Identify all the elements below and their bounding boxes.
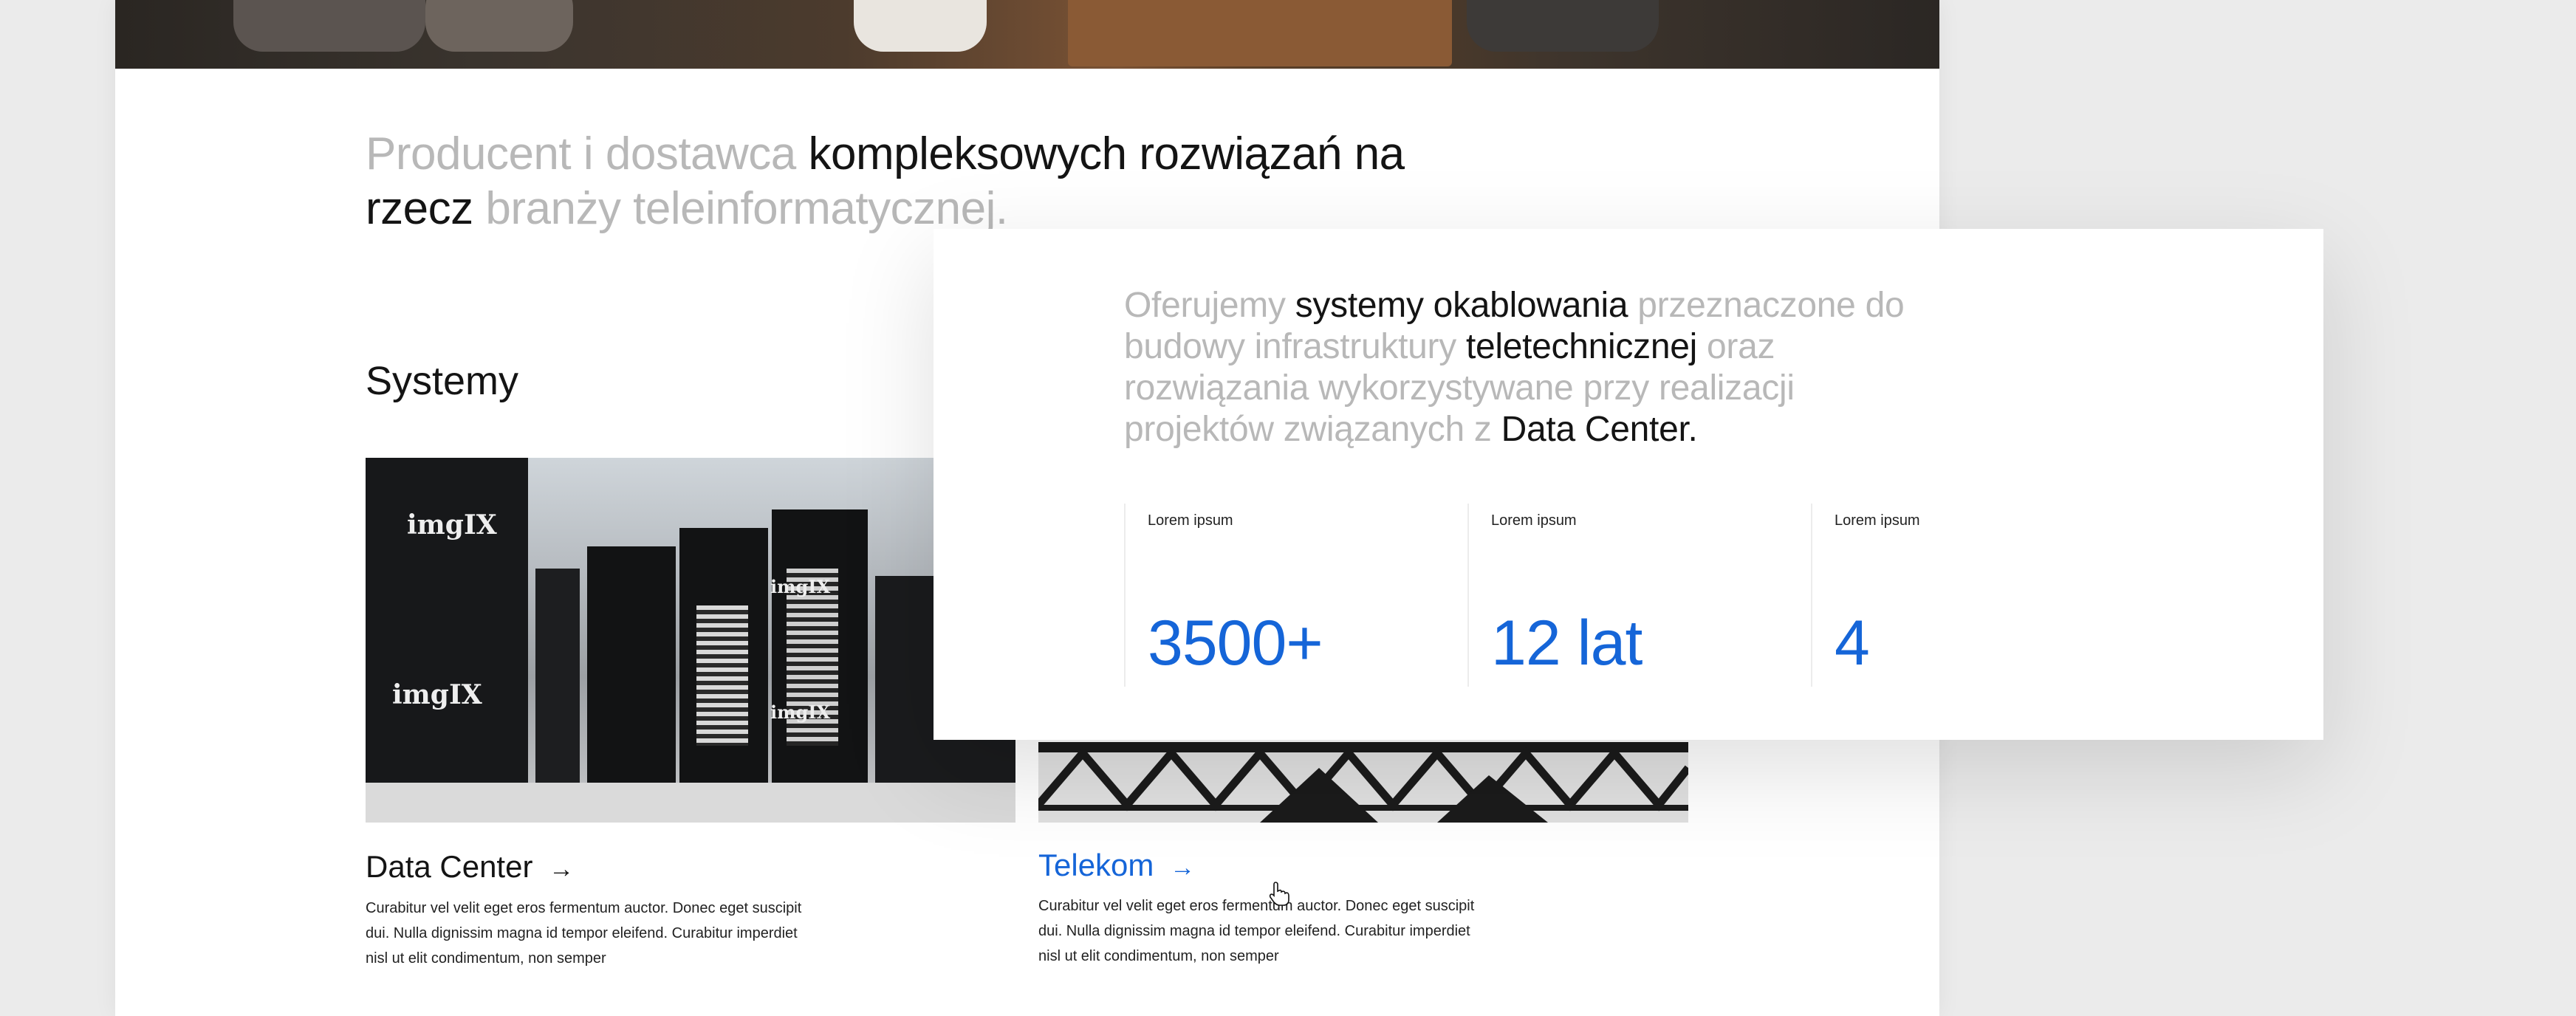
imgix-logo: imgIX (407, 509, 497, 540)
intro-muted-1: Producent i dostawca (366, 128, 809, 179)
stat-item: Lorem ipsum 4 (1811, 504, 2137, 687)
hand-pointer-icon (1269, 882, 1289, 906)
card-title-data-center[interactable]: Data Center → (366, 849, 574, 885)
imgix-logo: imgIX (770, 701, 831, 723)
arrow-right-icon: → (1170, 854, 1196, 882)
imgix-logo: imgIX (770, 576, 831, 597)
offer-text-4: teletechnicznej (1465, 327, 1697, 366)
card-title-telekom[interactable]: Telekom → (1038, 848, 1195, 883)
stat-item: Lorem ipsum 3500+ (1124, 504, 1450, 687)
stat-label: Lorem ipsum (1835, 512, 1920, 529)
card-description-data-center: Curabitur vel velit eget eros fermentum … (366, 900, 802, 967)
offer-text-1: Oferujemy (1124, 286, 1295, 325)
stat-label: Lorem ipsum (1148, 512, 1233, 529)
offer-text-6: Data Center. (1501, 410, 1698, 449)
offer-text-2: systemy okablowania (1295, 286, 1628, 325)
imgix-logo: imgIX (392, 679, 482, 710)
stat-value: 3500+ (1148, 608, 1323, 679)
intro-heading: Producent i dostawca kompleksowych rozwi… (366, 127, 1473, 236)
stat-value: 12 lat (1491, 608, 1642, 679)
stat-value: 4 (1835, 608, 1870, 679)
arrow-right-icon: → (549, 855, 575, 883)
card-title-data-center-label: Data Center (366, 849, 533, 884)
stat-item: Lorem ipsum 12 lat (1467, 504, 1794, 687)
hero-image (115, 0, 1939, 69)
card-description-telekom: Curabitur vel velit eget eros fermentum … (1038, 898, 1475, 964)
card-title-telekom-label: Telekom (1038, 848, 1154, 882)
intro-muted-2: branży teleinformatycznej. (473, 183, 1008, 234)
offer-card: Oferujemy systemy okablowania przeznaczo… (934, 229, 2323, 740)
stat-label: Lorem ipsum (1491, 512, 1577, 529)
offer-text: Oferujemy systemy okablowania przeznaczo… (1124, 285, 1922, 450)
data-center-image[interactable]: imgIX imgIX imgIX imgIX (366, 458, 1015, 823)
section-title-systemy: Systemy (366, 359, 519, 403)
